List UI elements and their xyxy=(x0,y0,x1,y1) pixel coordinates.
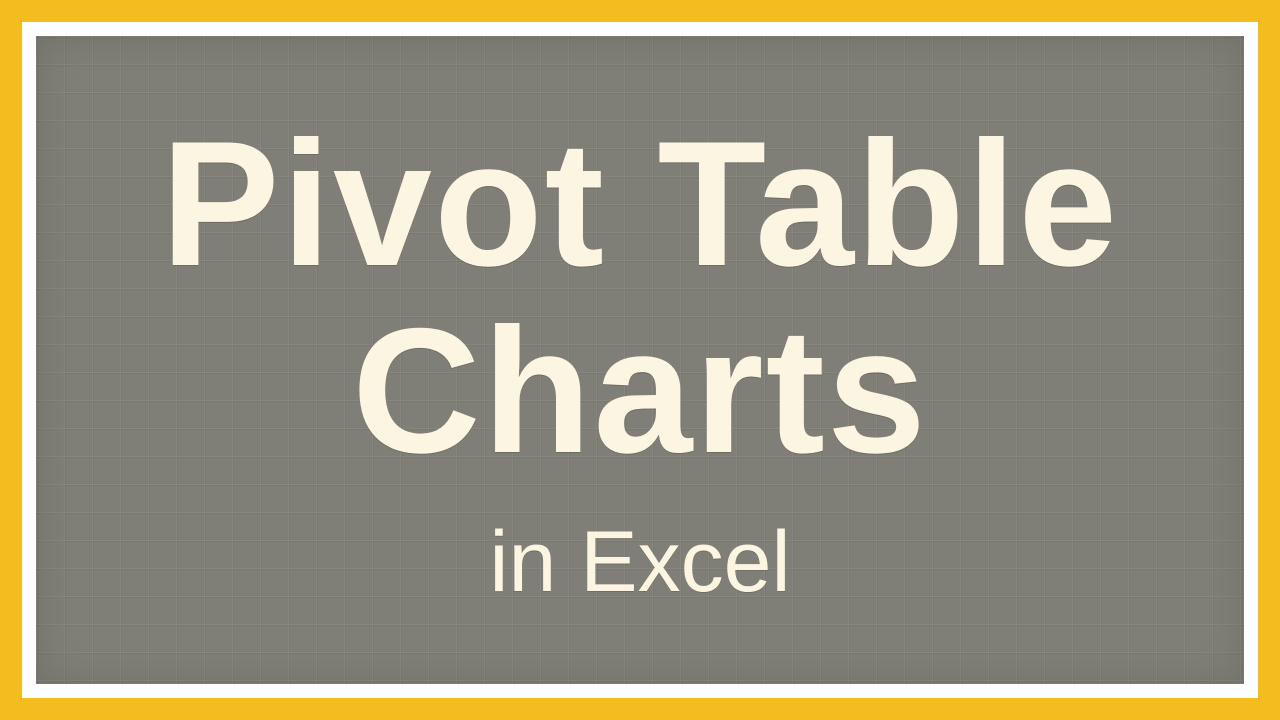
chalkboard-background: Pivot Table Charts in Excel xyxy=(36,36,1244,684)
inner-border: Pivot Table Charts in Excel xyxy=(22,22,1258,698)
title-line-1: Pivot Table xyxy=(161,111,1119,298)
subtitle: in Excel xyxy=(489,515,790,610)
outer-border: Pivot Table Charts in Excel xyxy=(0,0,1280,720)
title-line-2: Charts xyxy=(352,298,928,485)
